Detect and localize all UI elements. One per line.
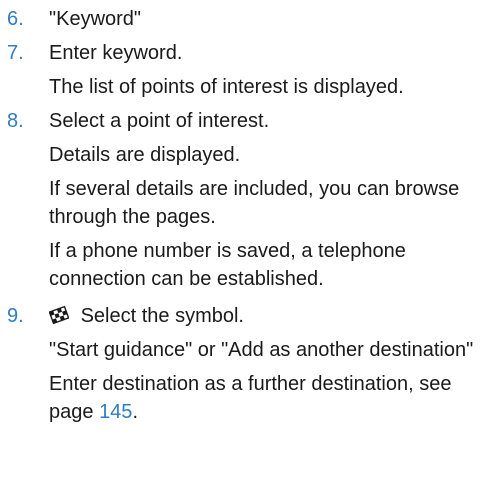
step-7: 7. Enter keyword. [0,36,494,70]
step-9: 9. Select the symbol. [0,299,494,333]
step-6: 6. "Keyword" [0,2,494,36]
manual-page: 6. "Keyword" 7. Enter keyword. The list … [0,0,494,481]
step-number: 8. [7,110,24,132]
step-number: 7. [7,42,24,64]
note-phone: If a phone number is saved, a telephone … [49,240,406,290]
step-number: 9. [7,305,24,327]
note-several-details: If several details are included, you can… [49,178,460,228]
page-reference-link[interactable]: 145 [99,401,132,423]
note-further-destination-end: . [132,401,138,423]
step-text: "Keyword" [49,8,142,30]
note-further-destination: Enter destination as a further destinati… [0,370,494,426]
step-number: 6. [7,8,24,30]
step-text: Enter keyword. [49,42,183,64]
step-text: Select the symbol. [80,305,244,327]
note-poi-list: The list of points of interest is displa… [49,76,404,98]
note-details: Details are displayed. [49,144,241,166]
note-guidance-options: "Start guidance" or "Add as another dest… [49,339,474,361]
step-text: Select a point of interest. [49,110,270,132]
checkered-flag-icon [48,302,70,325]
step-8: 8. Select a point of interest. [0,104,494,138]
